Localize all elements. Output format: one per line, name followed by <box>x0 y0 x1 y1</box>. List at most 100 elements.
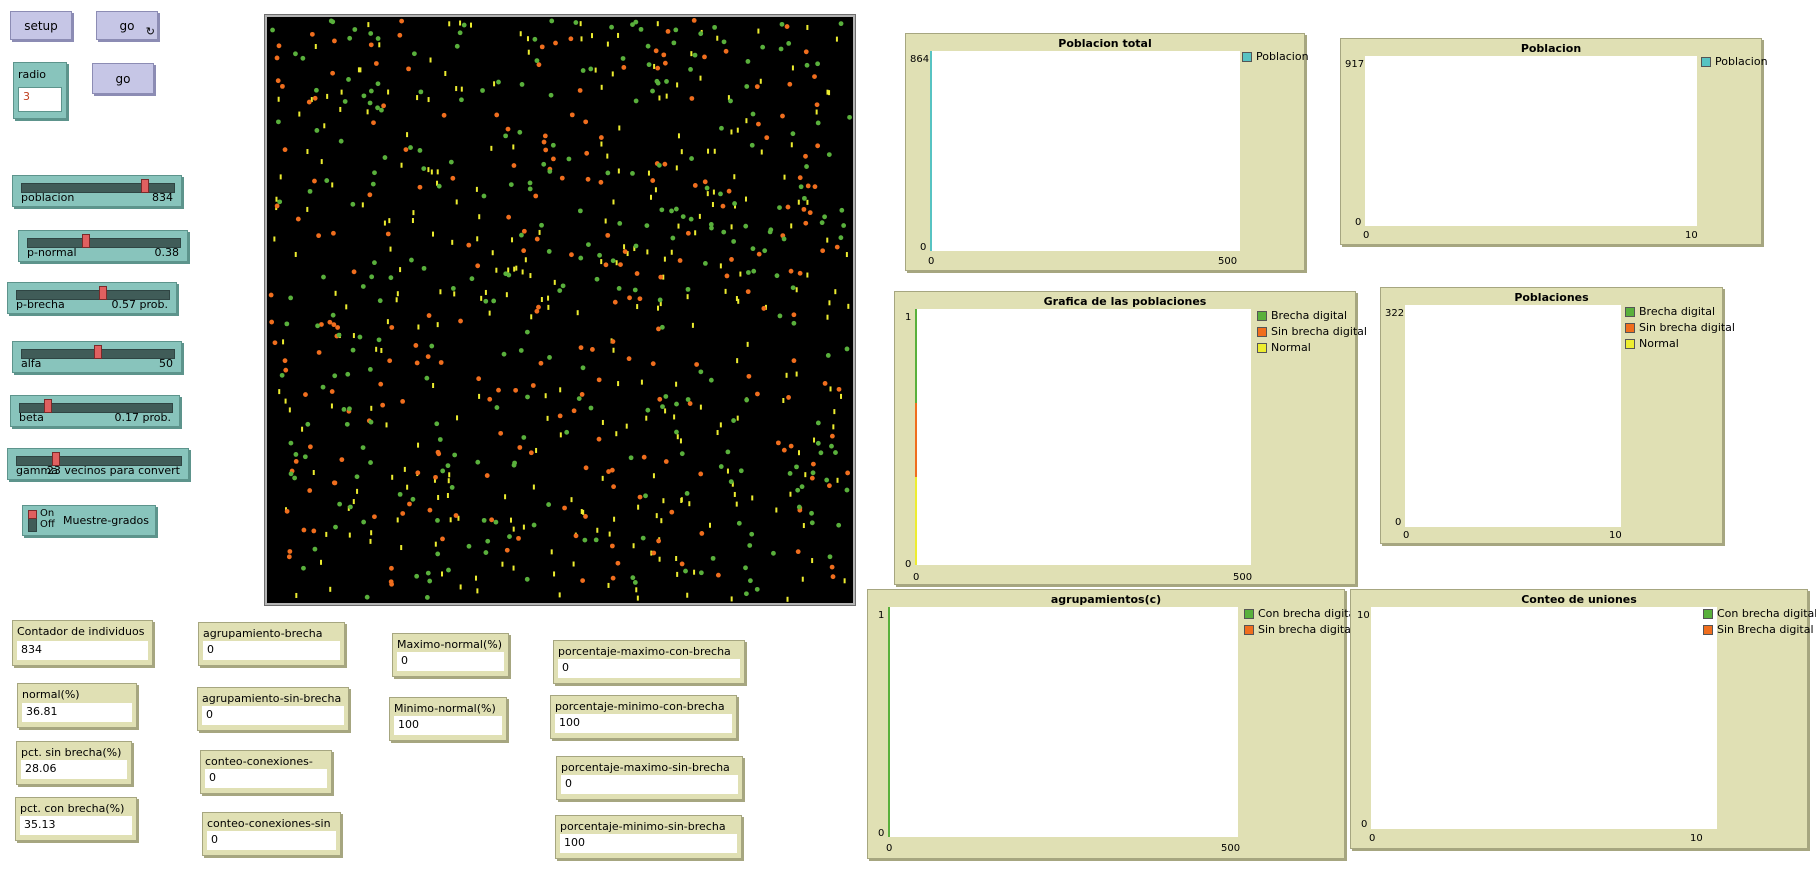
agent-normal <box>370 530 373 536</box>
agent-normal <box>713 148 716 154</box>
slider-value: 0.17 prob. <box>114 411 171 424</box>
agent-normal <box>380 347 383 353</box>
agent-sin-brecha <box>287 549 293 554</box>
agent-sin-brecha <box>538 360 544 366</box>
slider-thumb[interactable] <box>140 179 149 193</box>
plot-title: Poblacion <box>1520 42 1582 55</box>
go-forever-button[interactable]: go ↻ <box>96 11 158 40</box>
agent-con-brecha <box>397 491 403 497</box>
agent-con-brecha <box>749 531 755 537</box>
agent-sin-brecha <box>284 508 290 514</box>
go-once-button[interactable]: go <box>92 63 154 94</box>
agent-normal <box>782 398 785 404</box>
agent-con-brecha <box>276 119 281 125</box>
agent-normal <box>635 587 638 593</box>
agent-sin-brecha <box>598 135 604 140</box>
plot-title: agrupamientos(c) <box>1050 593 1162 606</box>
agent-con-brecha <box>736 520 742 526</box>
radio-input[interactable]: 3 <box>18 87 62 112</box>
slider-p-normal[interactable]: p-normal 0.38 <box>18 230 188 262</box>
agent-sin-brecha <box>685 230 691 236</box>
agent-normal <box>455 86 458 92</box>
agent-con-brecha <box>659 207 665 213</box>
agent-con-brecha <box>314 128 320 133</box>
agent-normal <box>653 63 656 69</box>
agent-normal <box>699 75 702 81</box>
agent-con-brecha <box>804 164 809 169</box>
agent-con-brecha <box>534 58 540 64</box>
agent-normal <box>707 148 710 154</box>
agent-con-brecha <box>483 550 489 555</box>
agent-normal <box>670 249 673 255</box>
monitor-value: 0 <box>203 641 340 660</box>
agent-normal <box>623 244 626 250</box>
slider-thumb[interactable] <box>99 286 108 300</box>
agent-sin-brecha <box>286 554 292 560</box>
slider-thumb[interactable] <box>82 234 91 248</box>
agent-normal <box>478 214 481 220</box>
agent-con-brecha <box>719 125 724 131</box>
agent-con-brecha <box>822 214 827 220</box>
agent-normal <box>400 162 403 168</box>
agent-sin-brecha <box>293 459 299 464</box>
slider-alfa[interactable]: alfa 50 <box>12 341 182 373</box>
agent-con-brecha <box>781 236 787 242</box>
switch-muestre-grados[interactable]: On Off Muestre-grados <box>22 505 156 536</box>
slider-beta[interactable]: beta 0.17 prob. <box>10 395 180 427</box>
agent-normal <box>387 89 390 95</box>
slider-thumb[interactable] <box>94 345 102 359</box>
agent-con-brecha <box>532 36 538 42</box>
agent-normal <box>385 422 388 428</box>
slider-p-brecha[interactable]: p-brecha 0.57 prob. <box>7 282 177 314</box>
agent-normal <box>711 202 714 208</box>
agent-normal <box>693 569 696 575</box>
agent-normal <box>550 549 553 555</box>
slider-thumb[interactable] <box>43 399 52 413</box>
agent-sin-brecha <box>438 360 444 365</box>
agent-con-brecha <box>605 170 611 176</box>
world-view[interactable] <box>264 14 856 606</box>
agent-normal <box>712 189 715 195</box>
agent-sin-brecha <box>415 470 421 476</box>
monitor-normal: normal(%) 36.81 <box>17 683 137 728</box>
agent-normal <box>580 36 583 42</box>
agent-con-brecha <box>338 138 344 144</box>
agent-sin-brecha <box>826 483 832 489</box>
switch-thumb[interactable] <box>28 510 37 519</box>
agent-con-brecha <box>345 371 351 377</box>
agent-sin-brecha <box>330 70 336 76</box>
agent-sin-brecha <box>812 184 818 190</box>
agent-con-brecha <box>320 384 326 390</box>
agent-normal <box>806 199 809 205</box>
agent-con-brecha <box>321 274 326 280</box>
agent-normal <box>679 438 682 444</box>
agent-normal <box>396 517 399 523</box>
agent-normal <box>579 21 582 27</box>
agent-con-brecha <box>519 82 525 87</box>
agent-con-brecha <box>795 487 801 493</box>
agent-normal <box>547 295 550 301</box>
agent-sin-brecha <box>373 61 379 66</box>
agent-con-brecha <box>680 214 686 220</box>
x-min-label: 0 <box>886 843 893 854</box>
agent-con-brecha <box>628 455 634 461</box>
agent-con-brecha <box>659 324 665 330</box>
agent-normal <box>277 96 280 102</box>
agent-sin-brecha <box>521 228 527 234</box>
agent-normal <box>396 291 399 297</box>
agent-sin-brecha <box>557 413 563 419</box>
agent-con-brecha <box>656 162 662 168</box>
agent-con-brecha <box>745 59 751 64</box>
setup-button[interactable]: setup <box>10 11 72 40</box>
agent-sin-brecha <box>306 99 312 105</box>
plot-poblacion: Poblacion 917 0 0 10 Poblacion <box>1340 38 1768 245</box>
slider-poblacion[interactable]: poblacion 834 <box>12 175 182 207</box>
slider-gamma[interactable]: gamma 23 vecinos para convert <box>7 448 189 480</box>
agent-sin-brecha <box>746 373 752 379</box>
agent-normal <box>505 292 508 298</box>
agent-con-brecha <box>410 496 416 502</box>
monitor-value: 0 <box>561 775 738 794</box>
agent-normal <box>665 93 668 99</box>
agent-sin-brecha <box>650 178 656 183</box>
agent-sin-brecha <box>694 362 700 367</box>
